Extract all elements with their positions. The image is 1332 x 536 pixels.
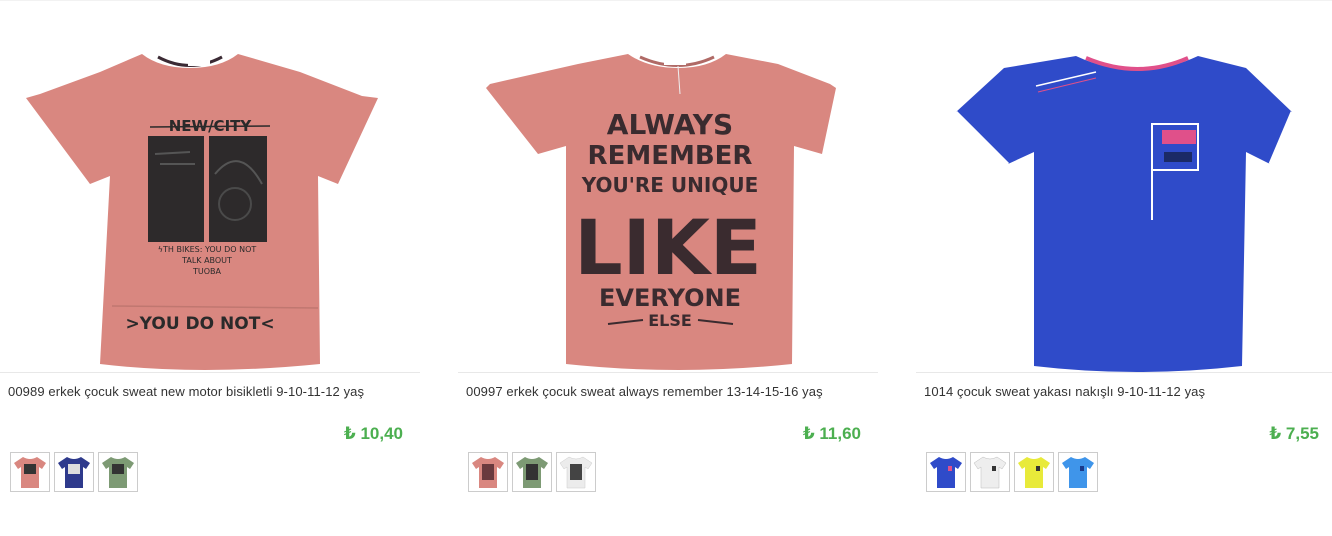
swatch-3[interactable] <box>1014 452 1054 492</box>
print-line-5: EVERYONE <box>599 284 741 312</box>
product-image-1[interactable]: NEW/CITY ϟTH BIKES: YOU DO NOT TALK ABOU… <box>0 24 420 374</box>
card-divider <box>458 372 878 373</box>
product-price: ₺ 10,40 <box>343 424 403 443</box>
tshirt-icon <box>973 456 1007 489</box>
product-image-2[interactable]: ALWAYS REMEMBER YOU'RE UNIQUE LIKE EVERY… <box>458 24 878 374</box>
print-line-1: ALWAYS <box>607 108 733 141</box>
swatch-1[interactable] <box>926 452 966 492</box>
product-card-1[interactable]: NEW/CITY ϟTH BIKES: YOU DO NOT TALK ABOU… <box>0 0 420 536</box>
product-image-3[interactable] <box>916 24 1332 374</box>
card-divider <box>0 372 420 373</box>
product-title[interactable]: 1014 çocuk sweat yakası nakışlı 9-10-11-… <box>924 384 1205 399</box>
print-line-4: LIKE <box>574 203 762 292</box>
tshirt-icon <box>14 457 46 488</box>
product-title[interactable]: 00989 erkek çocuk sweat new motor bisikl… <box>8 384 364 399</box>
product-card-3[interactable]: 1014 çocuk sweat yakası nakışlı 9-10-11-… <box>916 0 1332 536</box>
swatch-2[interactable] <box>970 452 1010 492</box>
tshirt-image <box>954 56 1294 372</box>
tshirt-icon <box>472 457 504 488</box>
swatch-4[interactable] <box>1058 452 1098 492</box>
product-card-2[interactable]: ALWAYS REMEMBER YOU'RE UNIQUE LIKE EVERY… <box>458 0 878 536</box>
tshirt-icon <box>1062 457 1094 488</box>
tshirt-icon <box>930 457 962 488</box>
print-mid3-text: TUOBA <box>192 267 222 276</box>
tshirt-icon <box>102 457 134 488</box>
print-line-3: YOU'RE UNIQUE <box>581 173 758 197</box>
swatch-2[interactable] <box>54 452 94 492</box>
print-bottom-text: >YOU DO NOT< <box>125 314 274 334</box>
swatch-3[interactable] <box>98 452 138 492</box>
print-mid2-text: TALK ABOUT <box>181 256 232 265</box>
tshirt-icon <box>58 457 90 488</box>
color-swatches <box>468 452 596 492</box>
swatch-3[interactable] <box>556 452 596 492</box>
card-divider <box>916 372 1332 373</box>
product-price: ₺ 11,60 <box>802 424 861 443</box>
swatch-2[interactable] <box>512 452 552 492</box>
print-line-6: ELSE <box>648 311 692 330</box>
swatch-1[interactable] <box>468 452 508 492</box>
swatch-1[interactable] <box>10 452 50 492</box>
tshirt-icon <box>516 457 548 488</box>
print-line-2: REMEMBER <box>588 141 753 171</box>
tshirt-image: NEW/CITY ϟTH BIKES: YOU DO NOT TALK ABOU… <box>26 54 378 370</box>
product-price: ₺ 7,55 <box>1269 424 1319 443</box>
tshirt-image: ALWAYS REMEMBER YOU'RE UNIQUE LIKE EVERY… <box>486 54 836 370</box>
tshirt-icon <box>559 456 593 489</box>
tshirt-icon <box>1018 457 1050 488</box>
product-title[interactable]: 00997 erkek çocuk sweat always remember … <box>466 384 823 399</box>
color-swatches <box>926 452 1098 492</box>
color-swatches <box>10 452 138 492</box>
print-mid1-text: ϟTH BIKES: YOU DO NOT <box>158 245 257 254</box>
